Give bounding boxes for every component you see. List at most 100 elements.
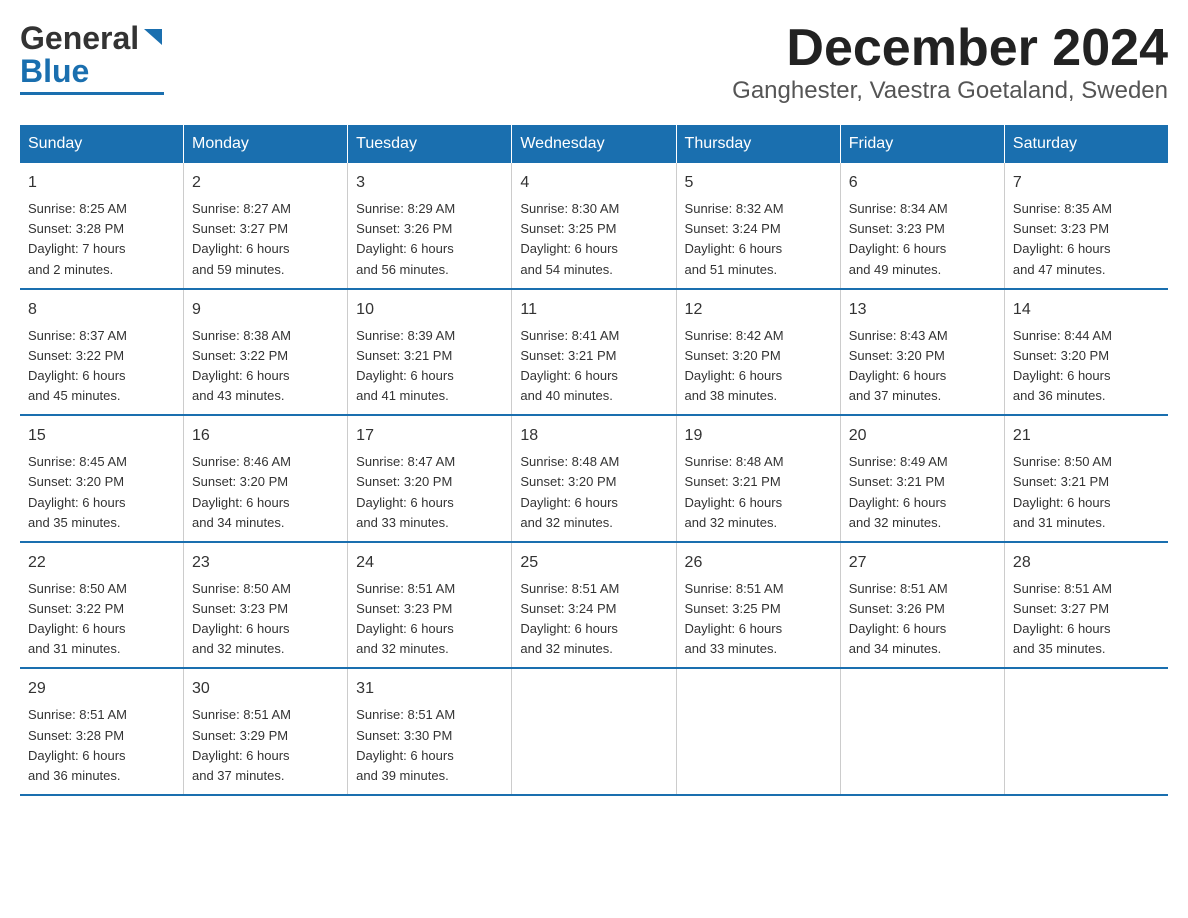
logo-block: General Blue <box>20 20 164 95</box>
day-number: 28 <box>1013 551 1160 575</box>
cell-week2-day5: 12 Sunrise: 8:42 AMSunset: 3:20 PMDayligh… <box>676 289 840 416</box>
day-number: 27 <box>849 551 996 575</box>
header-tuesday: Tuesday <box>348 125 512 163</box>
week-row-2: 8 Sunrise: 8:37 AMSunset: 3:22 PMDaylight… <box>20 289 1168 416</box>
day-number: 7 <box>1013 171 1160 195</box>
week-row-4: 22 Sunrise: 8:50 AMSunset: 3:22 PMDayligh… <box>20 542 1168 669</box>
header-sunday: Sunday <box>20 125 183 163</box>
cell-week5-day5 <box>676 668 840 795</box>
day-number: 11 <box>520 298 667 322</box>
logo-triangle-icon <box>142 25 164 52</box>
day-sun-info: Sunrise: 8:51 AMSunset: 3:28 PMDaylight:… <box>28 705 175 786</box>
weekday-header-row: Sunday Monday Tuesday Wednesday Thursday… <box>20 125 1168 163</box>
cell-week5-day6 <box>840 668 1004 795</box>
cell-week4-day3: 24 Sunrise: 8:51 AMSunset: 3:23 PMDayligh… <box>348 542 512 669</box>
day-number: 6 <box>849 171 996 195</box>
day-number: 18 <box>520 424 667 448</box>
logo-blue-text: Blue <box>20 53 89 90</box>
day-sun-info: Sunrise: 8:25 AMSunset: 3:28 PMDaylight:… <box>28 199 175 280</box>
day-number: 5 <box>685 171 832 195</box>
day-sun-info: Sunrise: 8:50 AMSunset: 3:23 PMDaylight:… <box>192 579 339 660</box>
day-number: 10 <box>356 298 503 322</box>
cell-week4-day1: 22 Sunrise: 8:50 AMSunset: 3:22 PMDayligh… <box>20 542 183 669</box>
day-number: 2 <box>192 171 339 195</box>
day-number: 17 <box>356 424 503 448</box>
day-sun-info: Sunrise: 8:39 AMSunset: 3:21 PMDaylight:… <box>356 326 503 407</box>
cell-week4-day2: 23Sunrise: 8:50 AMSunset: 3:23 PMDayligh… <box>183 542 347 669</box>
cell-week2-day6: 13Sunrise: 8:43 AMSunset: 3:20 PMDayligh… <box>840 289 1004 416</box>
cell-week2-day4: 11Sunrise: 8:41 AMSunset: 3:21 PMDayligh… <box>512 289 676 416</box>
cell-week2-day2: 9 Sunrise: 8:38 AMSunset: 3:22 PMDaylight… <box>183 289 347 416</box>
cell-week4-day5: 26Sunrise: 8:51 AMSunset: 3:25 PMDayligh… <box>676 542 840 669</box>
day-number: 9 <box>192 298 339 322</box>
cell-week1-day7: 7Sunrise: 8:35 AMSunset: 3:23 PMDaylight… <box>1004 163 1168 289</box>
cell-week5-day4 <box>512 668 676 795</box>
day-number: 4 <box>520 171 667 195</box>
day-sun-info: Sunrise: 8:50 AMSunset: 3:22 PMDaylight:… <box>28 579 175 660</box>
cell-week3-day2: 16 Sunrise: 8:46 AMSunset: 3:20 PMDayligh… <box>183 415 347 542</box>
week-row-5: 29Sunrise: 8:51 AMSunset: 3:28 PMDayligh… <box>20 668 1168 795</box>
day-sun-info: Sunrise: 8:51 AMSunset: 3:23 PMDaylight:… <box>356 579 503 660</box>
cell-week3-day7: 21 Sunrise: 8:50 AMSunset: 3:21 PMDayligh… <box>1004 415 1168 542</box>
header-saturday: Saturday <box>1004 125 1168 163</box>
day-number: 12 <box>685 298 832 322</box>
day-number: 19 <box>685 424 832 448</box>
cell-week5-day7 <box>1004 668 1168 795</box>
day-sun-info: Sunrise: 8:34 AMSunset: 3:23 PMDaylight:… <box>849 199 996 280</box>
cell-week5-day1: 29Sunrise: 8:51 AMSunset: 3:28 PMDayligh… <box>20 668 183 795</box>
day-number: 13 <box>849 298 996 322</box>
calendar-title: December 2024 <box>732 20 1168 77</box>
day-number: 3 <box>356 171 503 195</box>
calendar-table: Sunday Monday Tuesday Wednesday Thursday… <box>20 125 1168 796</box>
day-sun-info: Sunrise: 8:37 AMSunset: 3:22 PMDaylight:… <box>28 326 175 407</box>
day-sun-info: Sunrise: 8:30 AMSunset: 3:25 PMDaylight:… <box>520 199 667 280</box>
day-number: 24 <box>356 551 503 575</box>
day-number: 15 <box>28 424 175 448</box>
day-number: 22 <box>28 551 175 575</box>
day-sun-info: Sunrise: 8:42 AMSunset: 3:20 PMDaylight:… <box>685 326 832 407</box>
cell-week1-day3: 3Sunrise: 8:29 AMSunset: 3:26 PMDaylight… <box>348 163 512 289</box>
day-sun-info: Sunrise: 8:27 AMSunset: 3:27 PMDaylight:… <box>192 199 339 280</box>
day-number: 16 <box>192 424 339 448</box>
cell-week4-day4: 25Sunrise: 8:51 AMSunset: 3:24 PMDayligh… <box>512 542 676 669</box>
calendar-page: General Blue December 2024 Ganghester, V… <box>20 20 1168 796</box>
calendar-subtitle: Ganghester, Vaestra Goetaland, Sweden <box>732 77 1168 105</box>
day-sun-info: Sunrise: 8:45 AMSunset: 3:20 PMDaylight:… <box>28 452 175 533</box>
day-sun-info: Sunrise: 8:49 AMSunset: 3:21 PMDaylight:… <box>849 452 996 533</box>
cell-week3-day6: 20 Sunrise: 8:49 AMSunset: 3:21 PMDayligh… <box>840 415 1004 542</box>
cell-week3-day5: 19Sunrise: 8:48 AMSunset: 3:21 PMDayligh… <box>676 415 840 542</box>
page-header: General Blue December 2024 Ganghester, V… <box>20 20 1168 105</box>
logo-underline <box>20 92 164 95</box>
day-sun-info: Sunrise: 8:50 AMSunset: 3:21 PMDaylight:… <box>1013 452 1160 533</box>
title-block: December 2024 Ganghester, Vaestra Goetal… <box>732 20 1168 105</box>
day-number: 20 <box>849 424 996 448</box>
cell-week1-day4: 4 Sunrise: 8:30 AMSunset: 3:25 PMDaylight… <box>512 163 676 289</box>
day-sun-info: Sunrise: 8:47 AMSunset: 3:20 PMDaylight:… <box>356 452 503 533</box>
day-sun-info: Sunrise: 8:46 AMSunset: 3:20 PMDaylight:… <box>192 452 339 533</box>
week-row-3: 15 Sunrise: 8:45 AMSunset: 3:20 PMDayligh… <box>20 415 1168 542</box>
cell-week5-day2: 30Sunrise: 8:51 AMSunset: 3:29 PMDayligh… <box>183 668 347 795</box>
week-row-1: 1 Sunrise: 8:25 AMSunset: 3:28 PMDaylight… <box>20 163 1168 289</box>
day-number: 21 <box>1013 424 1160 448</box>
day-sun-info: Sunrise: 8:32 AMSunset: 3:24 PMDaylight:… <box>685 199 832 280</box>
cell-week5-day3: 31Sunrise: 8:51 AMSunset: 3:30 PMDayligh… <box>348 668 512 795</box>
cell-week3-day4: 18Sunrise: 8:48 AMSunset: 3:20 PMDayligh… <box>512 415 676 542</box>
cell-week2-day1: 8 Sunrise: 8:37 AMSunset: 3:22 PMDaylight… <box>20 289 183 416</box>
header-thursday: Thursday <box>676 125 840 163</box>
day-number: 25 <box>520 551 667 575</box>
day-sun-info: Sunrise: 8:51 AMSunset: 3:25 PMDaylight:… <box>685 579 832 660</box>
day-sun-info: Sunrise: 8:38 AMSunset: 3:22 PMDaylight:… <box>192 326 339 407</box>
day-number: 1 <box>28 171 175 195</box>
cell-week3-day3: 17 Sunrise: 8:47 AMSunset: 3:20 PMDayligh… <box>348 415 512 542</box>
cell-week2-day3: 10 Sunrise: 8:39 AMSunset: 3:21 PMDayligh… <box>348 289 512 416</box>
day-sun-info: Sunrise: 8:51 AMSunset: 3:26 PMDaylight:… <box>849 579 996 660</box>
day-number: 8 <box>28 298 175 322</box>
header-wednesday: Wednesday <box>512 125 676 163</box>
day-sun-info: Sunrise: 8:51 AMSunset: 3:27 PMDaylight:… <box>1013 579 1160 660</box>
day-number: 14 <box>1013 298 1160 322</box>
day-number: 30 <box>192 677 339 701</box>
day-sun-info: Sunrise: 8:44 AMSunset: 3:20 PMDaylight:… <box>1013 326 1160 407</box>
cell-week3-day1: 15 Sunrise: 8:45 AMSunset: 3:20 PMDayligh… <box>20 415 183 542</box>
cell-week2-day7: 14 Sunrise: 8:44 AMSunset: 3:20 PMDayligh… <box>1004 289 1168 416</box>
cell-week1-day1: 1 Sunrise: 8:25 AMSunset: 3:28 PMDaylight… <box>20 163 183 289</box>
